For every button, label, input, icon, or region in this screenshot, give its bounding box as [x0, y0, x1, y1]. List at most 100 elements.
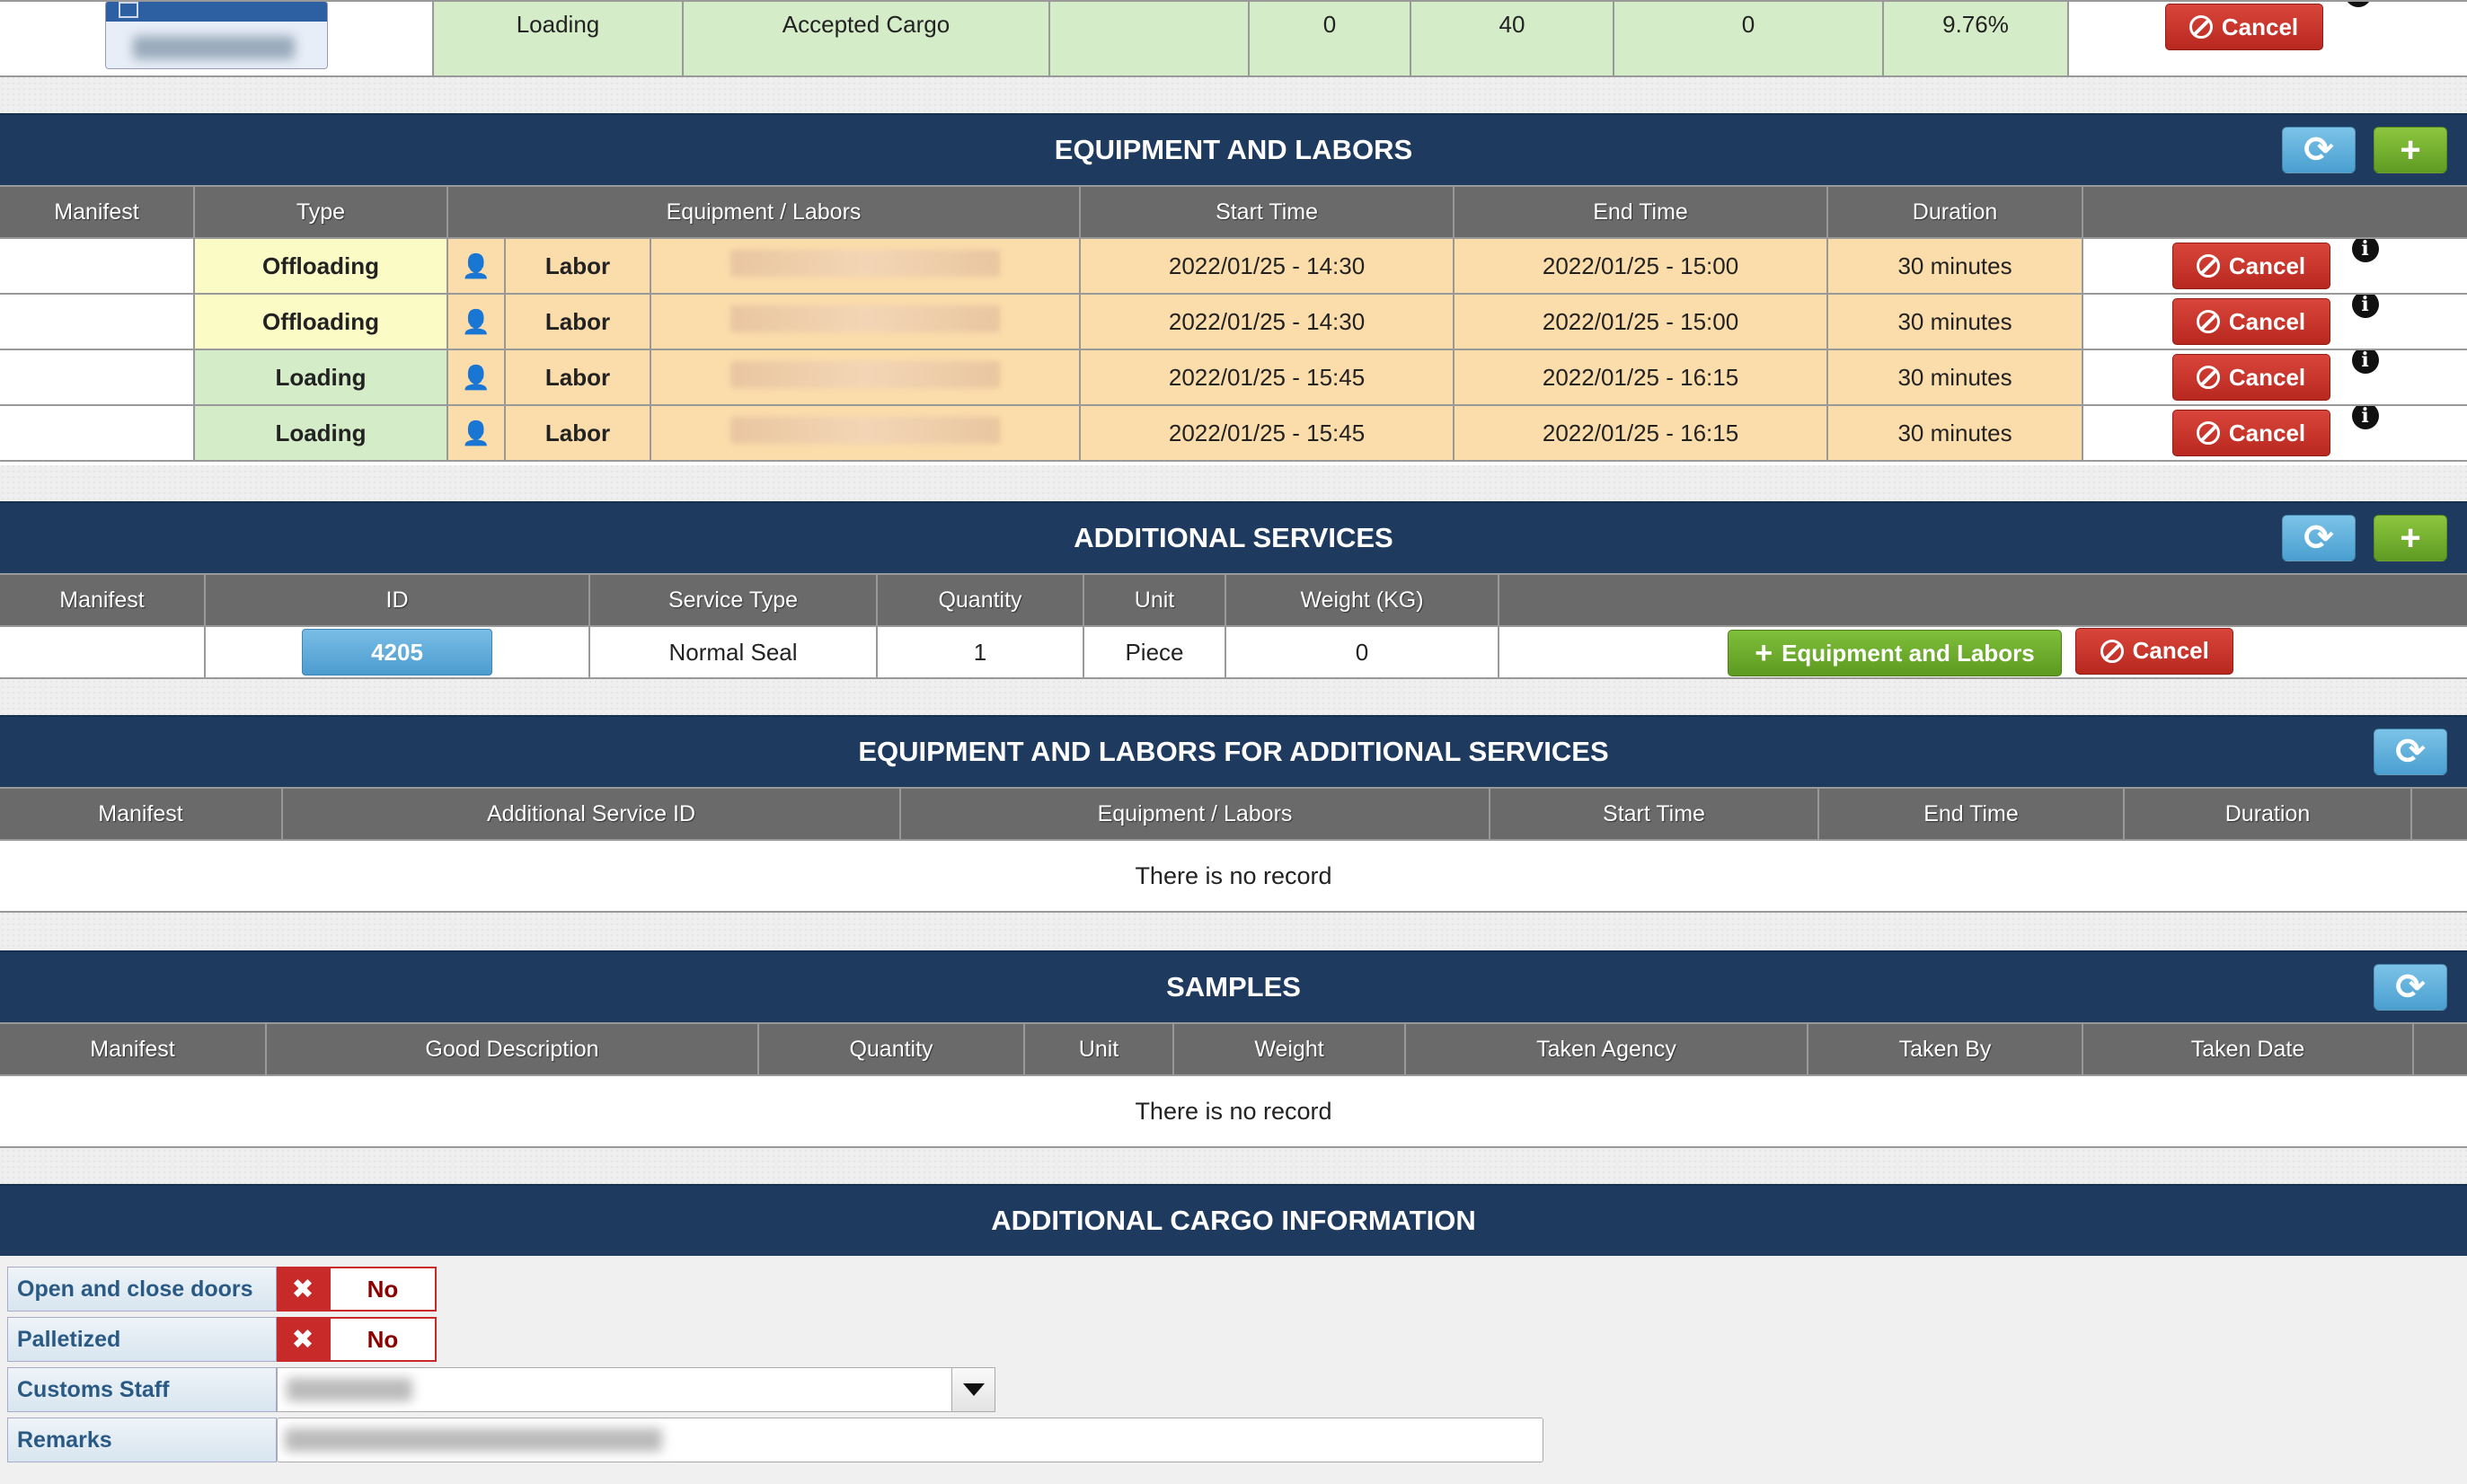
close-icon: ✖ — [291, 1274, 314, 1304]
toggle-palletized[interactable]: ✖ — [277, 1317, 329, 1362]
kind-cell: Labor — [504, 349, 651, 406]
col-weight: Weight — [1172, 1022, 1406, 1076]
table-header-row: Manifest Good Description Quantity Unit … — [0, 1022, 2467, 1076]
type-cell: Offloading — [193, 293, 448, 350]
start-cell: 2022/01/25 - 15:45 — [1079, 349, 1455, 406]
add-button[interactable]: + — [2374, 127, 2447, 173]
empty-row: There is no record — [0, 1074, 2467, 1148]
col-service-type: Service Type — [588, 573, 878, 627]
customs-label: Customs Staff — [7, 1367, 277, 1412]
actions-cell: Cancel i — [2082, 404, 2467, 462]
type-cell: Loading — [193, 349, 448, 406]
top-val1-cell: 0 — [1248, 0, 1411, 77]
user-icon-cell: 👤 — [447, 293, 506, 350]
top-val3-cell: 0 — [1613, 0, 1884, 77]
remarks-input[interactable] — [277, 1418, 1543, 1462]
doors-row: Open and close doors ✖ No — [7, 1267, 437, 1312]
col-duration: Duration — [1826, 185, 2084, 239]
col-actions — [2410, 787, 2467, 841]
actions-cell: Cancel i — [2082, 293, 2467, 350]
col-good-description: Good Description — [265, 1022, 759, 1076]
refresh-button[interactable]: ⟳ — [2282, 515, 2356, 561]
ban-icon — [2196, 254, 2220, 278]
top-percent-cell: 9.76% — [1882, 0, 2069, 77]
cancel-button[interactable]: Cancel — [2171, 354, 2330, 401]
add-equipment-labors-button[interactable]: + Equipment and Labors — [1728, 630, 2062, 676]
manifest-cell — [0, 349, 195, 406]
table-row: Loading 👤 Labor 2022/01/25 - 15:45 2022/… — [0, 404, 2467, 462]
service-id-button[interactable]: 4205 — [302, 629, 492, 676]
manifest-cell — [0, 625, 206, 679]
cancel-button[interactable]: Cancel — [2171, 243, 2330, 289]
col-start-time: Start Time — [1489, 787, 1819, 841]
close-icon: ✖ — [291, 1324, 314, 1355]
refresh-icon: ⟳ — [2303, 130, 2334, 170]
equipment-additional-section: EQUIPMENT AND LABORS FOR ADDITIONAL SERV… — [0, 715, 2467, 913]
add-button[interactable]: + — [2374, 515, 2447, 561]
palletized-label: Palletized — [7, 1317, 277, 1362]
top-cancel-button[interactable]: Cancel — [2164, 4, 2323, 50]
customs-row: Customs Staff — [7, 1367, 995, 1412]
col-quantity: Quantity — [757, 1022, 1025, 1076]
info-icon[interactable]: i — [2351, 351, 2379, 374]
plus-icon: + — [2400, 129, 2421, 170]
top-actions-cell: Cancel i — [2067, 0, 2467, 77]
no-record-message: There is no record — [0, 1074, 2467, 1148]
refresh-button[interactable]: ⟳ — [2374, 729, 2447, 775]
user-icon-cell: 👤 — [447, 349, 506, 406]
ban-icon — [2196, 421, 2220, 445]
refresh-button[interactable]: ⟳ — [2374, 964, 2447, 1011]
table-row: Offloading 👤 Labor 2022/01/25 - 14:30 20… — [0, 293, 2467, 350]
top-status-cell: Accepted Cargo — [682, 0, 1050, 77]
thumbnail-caption — [132, 36, 295, 59]
section-header: EQUIPMENT AND LABORS ⟳ + — [0, 113, 2467, 185]
toggle-doors[interactable]: ✖ — [277, 1267, 329, 1312]
customs-staff-select[interactable] — [277, 1367, 995, 1412]
col-manifest: Manifest — [0, 1022, 267, 1076]
col-weight: Weight (KG) — [1225, 573, 1499, 627]
col-start-time: Start Time — [1079, 185, 1455, 239]
manifest-cell — [0, 237, 195, 295]
col-id: ID — [204, 573, 590, 627]
duration-cell: 30 minutes — [1826, 237, 2084, 295]
info-icon[interactable]: i — [2351, 240, 2379, 262]
type-cell: Offloading — [193, 237, 448, 295]
cancel-button[interactable]: Cancel — [2075, 628, 2234, 675]
section-header: ADDITIONAL CARGO INFORMATION — [0, 1184, 2467, 1256]
doors-value[interactable]: No — [329, 1267, 437, 1312]
user-icon-cell: 👤 — [447, 237, 506, 295]
document-thumbnail[interactable] — [104, 3, 328, 69]
manifest-cell — [0, 404, 195, 462]
table-header-row: Manifest ID Service Type Quantity Unit W… — [0, 573, 2467, 627]
remarks-label: Remarks — [7, 1418, 277, 1462]
end-cell: 2022/01/25 - 15:00 — [1453, 237, 1829, 295]
thumbnail-cell — [0, 0, 434, 77]
col-manifest: Manifest — [0, 573, 206, 627]
info-icon[interactable]: i — [2351, 407, 2379, 429]
doors-label: Open and close doors — [7, 1267, 277, 1312]
info-icon[interactable]: i — [2344, 3, 2372, 7]
start-cell: 2022/01/25 - 15:45 — [1079, 404, 1455, 462]
info-icon[interactable]: i — [2351, 296, 2379, 318]
chevron-down-icon[interactable] — [951, 1368, 995, 1411]
remarks-value — [285, 1428, 662, 1452]
samples-section: SAMPLES ⟳ Manifest Good Description Quan… — [0, 950, 2467, 1148]
kind-cell: Labor — [504, 237, 651, 295]
palletized-value[interactable]: No — [329, 1317, 437, 1362]
ban-icon — [2100, 639, 2124, 663]
col-actions — [2082, 185, 2467, 239]
col-duration: Duration — [2123, 787, 2412, 841]
section-header: ADDITIONAL SERVICES ⟳ + — [0, 501, 2467, 573]
service-type-cell: Normal Seal — [588, 625, 878, 679]
kind-cell: Labor — [504, 293, 651, 350]
user-icon: 👤 — [461, 307, 491, 335]
section-title: EQUIPMENT AND LABORS — [1054, 134, 1413, 165]
worker-name — [730, 416, 1001, 444]
section-title: ADDITIONAL CARGO INFORMATION — [991, 1205, 1476, 1236]
cancel-button[interactable]: Cancel — [2171, 298, 2330, 345]
top-empty-cell — [1048, 0, 1250, 77]
kind-cell: Labor — [504, 404, 651, 462]
cancel-button[interactable]: Cancel — [2171, 410, 2330, 456]
refresh-button[interactable]: ⟳ — [2282, 127, 2356, 173]
col-actions — [2412, 1022, 2467, 1076]
